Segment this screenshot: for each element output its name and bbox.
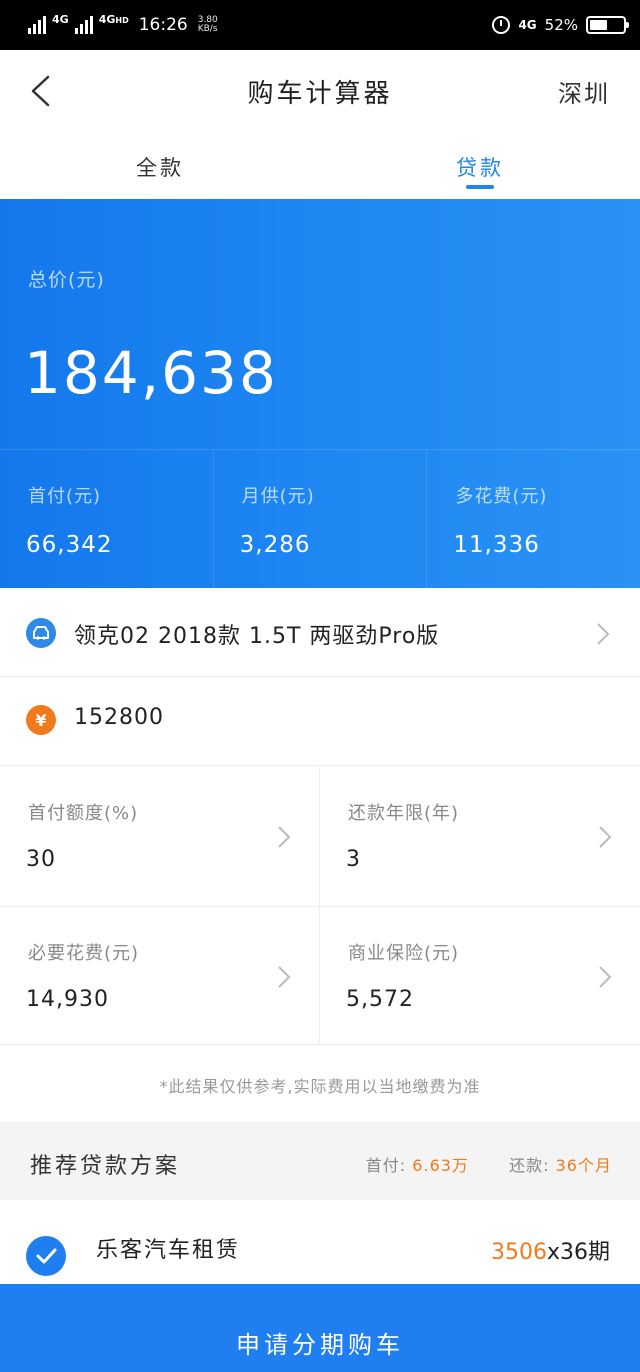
payment-tabs: 全款 贷款	[0, 132, 640, 199]
plan-amount-suffix: x36期	[546, 1240, 610, 1265]
total-price-value: 184,638	[24, 339, 278, 407]
metric-monthly-payment: 月供(元) 3,286	[214, 450, 428, 588]
chevron-right-icon	[278, 826, 291, 848]
option-value: 30	[26, 847, 56, 872]
battery-icon	[586, 16, 629, 34]
apply-installment-button[interactable]: 申请分期购车	[0, 1284, 640, 1372]
back-arrow-icon[interactable]	[28, 74, 52, 108]
page-title: 购车计算器	[247, 78, 393, 109]
option-value: 5,572	[346, 987, 414, 1012]
car-price-value: 152800	[74, 705, 164, 730]
option-label: 必要花费(元)	[28, 943, 140, 964]
chevron-right-icon	[278, 966, 291, 988]
plan-section-meta: 首付: 6.63万 还款: 36个月	[366, 1152, 612, 1176]
network-2-suffix: HD	[115, 15, 129, 25]
option-label: 还款年限(年)	[348, 803, 460, 824]
signal-icon-2	[74, 16, 93, 34]
yen-icon: ¥	[26, 705, 56, 735]
option-value: 3	[346, 847, 361, 872]
battery-percent: 52%	[544, 16, 578, 34]
plan-down-value: 6.63万	[412, 1156, 469, 1175]
status-bar: 4G 4GHD 16:26 3.80 KB/s 4G 52%	[0, 0, 640, 50]
metric-value: 3,286	[239, 532, 311, 558]
tab-loan[interactable]: 贷款	[320, 132, 640, 199]
summary-metrics: 首付(元) 66,342 月供(元) 3,286 多花费(元) 11,336	[0, 449, 640, 588]
clock: 16:26	[138, 15, 188, 35]
network-label-1: 4G	[52, 12, 69, 26]
app-header: 购车计算器 深圳	[0, 50, 640, 132]
network-2-text: 4G	[98, 12, 116, 26]
metric-down-payment: 首付(元) 66,342	[0, 450, 214, 588]
metric-label: 月供(元)	[241, 486, 315, 507]
network-speed: 3.80 KB/s	[198, 16, 218, 34]
car-model-text: 领克02 2018款 1.5T 两驱劲Pro版	[74, 624, 440, 649]
plan-down-label: 首付:	[365, 1156, 407, 1175]
option-necessary-costs[interactable]: 必要花费(元) 14,930	[0, 906, 320, 1045]
status-left: 4G 4GHD 16:26 3.80 KB/s	[28, 12, 218, 35]
plan-section-title: 推荐贷款方案	[30, 1154, 181, 1179]
option-commercial-insurance[interactable]: 商业保险(元) 5,572	[320, 906, 640, 1045]
car-icon	[26, 618, 56, 648]
total-price-label: 总价(元)	[28, 269, 105, 291]
network-label-3: 4G	[518, 18, 537, 32]
plan-list-item[interactable]: 乐客汽车租赁 3506x36期	[0, 1200, 640, 1284]
option-label: 首付额度(%)	[28, 803, 139, 824]
chevron-right-icon	[599, 966, 612, 988]
metric-label: 多花费(元)	[455, 486, 548, 507]
network-label-2: 4GHD	[99, 13, 129, 26]
metric-value: 66,342	[26, 532, 113, 558]
plan-provider-name: 乐客汽车租赁	[96, 1238, 241, 1263]
summary-panel: 总价(元) 184,638 首付(元) 66,342 月供(元) 3,286 多…	[0, 199, 640, 588]
option-label: 商业保险(元)	[348, 943, 460, 964]
plan-term-label: 还款:	[509, 1156, 550, 1175]
metric-value: 11,336	[453, 532, 540, 558]
status-right: 4G 52%	[492, 16, 629, 34]
plan-amount: 3506x36期	[491, 1234, 610, 1266]
disclaimer-text: *此结果仅供参考,实际费用以当地缴费为准	[159, 1077, 481, 1096]
signal-icon	[28, 16, 46, 34]
battery-fill	[590, 20, 607, 30]
plan-term-value: 36个月	[555, 1156, 612, 1175]
speed-unit: KB/s	[197, 24, 218, 34]
check-circle-icon[interactable]	[26, 1236, 66, 1276]
metric-label: 首付(元)	[28, 486, 102, 507]
option-down-payment-ratio[interactable]: 首付额度(%) 30	[0, 767, 320, 906]
option-value: 14,930	[26, 987, 109, 1012]
car-model-row[interactable]: 领克02 2018款 1.5T 两驱劲Pro版	[0, 588, 640, 677]
loan-options-grid: 首付额度(%) 30 还款年限(年) 3 必要花费(元) 14,930 商业保险…	[0, 767, 640, 1045]
metric-extra-cost: 多花费(元) 11,336	[427, 450, 640, 588]
city-selector[interactable]: 深圳	[558, 74, 610, 109]
chevron-right-icon	[599, 826, 612, 848]
chevron-right-icon	[597, 623, 610, 645]
recommended-plan-header: 推荐贷款方案 首付: 6.63万 还款: 36个月	[0, 1122, 640, 1200]
alarm-icon	[492, 16, 511, 34]
car-price-row[interactable]: ¥ 152800	[0, 677, 640, 766]
tab-full-payment[interactable]: 全款	[0, 132, 320, 199]
option-repayment-years[interactable]: 还款年限(年) 3	[320, 767, 640, 906]
plan-amount-value: 3506	[490, 1240, 547, 1265]
